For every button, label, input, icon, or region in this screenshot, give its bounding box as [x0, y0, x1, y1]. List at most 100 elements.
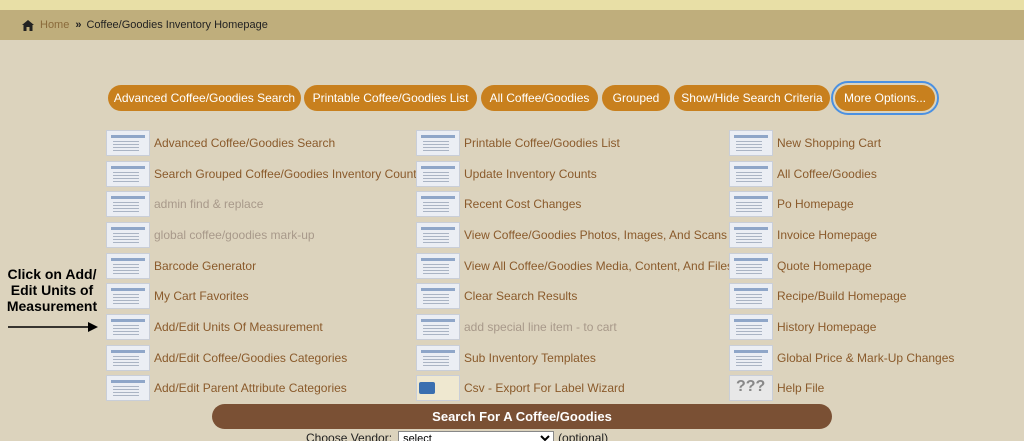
advanced-search-button[interactable]: Advanced Coffee/Goodies Search — [108, 85, 301, 111]
page-thumbnail-icon — [729, 161, 773, 187]
breadcrumb-home-link[interactable]: Home — [40, 19, 69, 31]
page-thumbnail-icon — [106, 161, 150, 187]
page-thumbnail-icon — [416, 191, 460, 217]
link-history-homepage[interactable]: History Homepage — [729, 314, 876, 340]
page-thumbnail-icon — [729, 191, 773, 217]
breadcrumb-current: Coffee/Goodies Inventory Homepage — [86, 19, 268, 31]
page-thumbnail-icon — [106, 283, 150, 309]
link-label: View Coffee/Goodies Photos, Images, And … — [464, 228, 728, 242]
link-admin-find-replace[interactable]: admin find & replace — [106, 191, 263, 217]
link-barcode-generator[interactable]: Barcode Generator — [106, 253, 256, 279]
instruction-annotation: Click on Add/ Edit Units of Measurement — [4, 266, 100, 314]
link-label: add special line item - to cart — [464, 320, 617, 334]
annotation-line: Edit Units of — [10, 282, 94, 298]
link-recent-cost-changes[interactable]: Recent Cost Changes — [416, 191, 581, 217]
link-new-shopping-cart[interactable]: New Shopping Cart — [729, 130, 881, 156]
link-printable-list[interactable]: Printable Coffee/Goodies List — [416, 130, 620, 156]
show-hide-search-criteria-button[interactable]: Show/Hide Search Criteria — [674, 85, 830, 111]
page-thumbnail-icon — [416, 222, 460, 248]
link-view-all-media[interactable]: View All Coffee/Goodies Media, Content, … — [416, 253, 733, 279]
more-options-button[interactable]: More Options... — [831, 81, 939, 115]
link-label: New Shopping Cart — [777, 136, 882, 150]
link-label: Sub Inventory Templates — [464, 351, 596, 365]
link-my-cart-favorites[interactable]: My Cart Favorites — [106, 283, 249, 309]
link-label: admin find & replace — [154, 197, 264, 211]
link-label: Printable Coffee/Goodies List — [464, 136, 620, 150]
link-label: Quote Homepage — [777, 259, 872, 273]
page-thumbnail-icon — [729, 130, 773, 156]
option-buttons: Advanced Coffee/Goodies Search Printable… — [0, 81, 1024, 115]
vendor-label: Choose Vendor: — [306, 431, 393, 441]
page-thumbnail-icon — [729, 283, 773, 309]
link-label: global coffee/goodies mark-up — [154, 228, 315, 242]
link-parent-attribute-categories[interactable]: Add/Edit Parent Attribute Categories — [106, 375, 347, 401]
page-thumbnail-icon — [106, 314, 150, 340]
link-label: Recent Cost Changes — [464, 197, 582, 211]
link-label: Clear Search Results — [464, 289, 578, 303]
all-coffee-goodies-button[interactable]: All Coffee/Goodies — [481, 85, 598, 111]
link-label: History Homepage — [777, 320, 877, 334]
home-icon[interactable] — [22, 19, 34, 31]
link-global-mark-up[interactable]: global coffee/goodies mark-up — [106, 222, 315, 248]
link-global-price-mark-up[interactable]: Global Price & Mark-Up Changes — [729, 345, 954, 371]
link-add-special-line-item[interactable]: add special line item - to cart — [416, 314, 617, 340]
page-thumbnail-icon — [729, 314, 773, 340]
link-label: View All Coffee/Goodies Media, Content, … — [464, 259, 734, 273]
link-label: Barcode Generator — [154, 259, 257, 273]
page-thumbnail-icon — [416, 130, 460, 156]
link-categories[interactable]: Add/Edit Coffee/Goodies Categories — [106, 345, 347, 371]
optional-note: (optional) — [558, 431, 609, 441]
printable-list-button[interactable]: Printable Coffee/Goodies List — [304, 85, 477, 111]
link-po-homepage[interactable]: Po Homepage — [729, 191, 854, 217]
page-thumbnail-icon — [106, 375, 150, 401]
link-label: Search Grouped Coffee/Goodies Inventory … — [154, 167, 423, 181]
link-label: Advanced Coffee/Goodies Search — [154, 136, 336, 150]
link-invoice-homepage[interactable]: Invoice Homepage — [729, 222, 877, 248]
link-sub-inventory-templates[interactable]: Sub Inventory Templates — [416, 345, 596, 371]
link-label: Add/Edit Units Of Measurement — [154, 320, 323, 334]
search-section-header[interactable]: Search For A Coffee/Goodies — [212, 404, 832, 429]
page-thumbnail-icon — [416, 345, 460, 371]
link-csv-export-label-wizard[interactable]: Csv - Export For Label Wizard — [416, 375, 625, 401]
page-thumbnail-icon — [106, 253, 150, 279]
vendor-row: Choose Vendor: select (optional) — [306, 431, 608, 441]
page-thumbnail-icon — [106, 130, 150, 156]
link-label: Invoice Homepage — [777, 228, 878, 242]
link-advanced-search[interactable]: Advanced Coffee/Goodies Search — [106, 130, 335, 156]
breadcrumb: Home » Coffee/Goodies Inventory Homepage — [0, 10, 1024, 40]
link-label: Update Inventory Counts — [464, 167, 597, 181]
link-label: All Coffee/Goodies — [777, 167, 877, 181]
vendor-select[interactable]: select — [398, 431, 555, 441]
link-all-coffee-goodies[interactable]: All Coffee/Goodies — [729, 161, 877, 187]
page-thumbnail-icon — [729, 345, 773, 371]
top-strip — [0, 0, 1024, 10]
link-units-of-measurement[interactable]: Add/Edit Units Of Measurement — [106, 314, 323, 340]
page-thumbnail-icon — [106, 345, 150, 371]
annotation-line: Measurement — [6, 298, 98, 314]
page-thumbnail-icon — [416, 161, 460, 187]
link-view-photos[interactable]: View Coffee/Goodies Photos, Images, And … — [416, 222, 727, 248]
link-label: Add/Edit Parent Attribute Categories — [154, 381, 347, 395]
link-label: Recipe/Build Homepage — [777, 289, 907, 303]
link-label: Help File — [777, 381, 825, 395]
link-label: Add/Edit Coffee/Goodies Categories — [154, 351, 348, 365]
page-thumbnail-icon — [729, 253, 773, 279]
grouped-button[interactable]: Grouped — [602, 85, 670, 111]
page-thumbnail-icon — [106, 222, 150, 248]
label-wizard-icon — [416, 375, 460, 401]
annotation-line: Click on Add/ — [7, 266, 97, 282]
link-quote-homepage[interactable]: Quote Homepage — [729, 253, 872, 279]
page-thumbnail-icon — [729, 222, 773, 248]
link-label: Po Homepage — [777, 197, 854, 211]
link-search-grouped-counts[interactable]: Search Grouped Coffee/Goodies Inventory … — [106, 161, 423, 187]
link-recipe-build-homepage[interactable]: Recipe/Build Homepage — [729, 283, 906, 309]
link-label: My Cart Favorites — [154, 289, 249, 303]
link-help-file[interactable]: ??? Help File — [729, 375, 824, 401]
page-thumbnail-icon — [106, 191, 150, 217]
help-icon: ??? — [729, 375, 773, 401]
link-clear-search-results[interactable]: Clear Search Results — [416, 283, 577, 309]
page-thumbnail-icon — [416, 253, 460, 279]
breadcrumb-separator: » — [75, 19, 82, 31]
arrow-right-icon — [8, 322, 98, 332]
link-update-inventory-counts[interactable]: Update Inventory Counts — [416, 161, 597, 187]
